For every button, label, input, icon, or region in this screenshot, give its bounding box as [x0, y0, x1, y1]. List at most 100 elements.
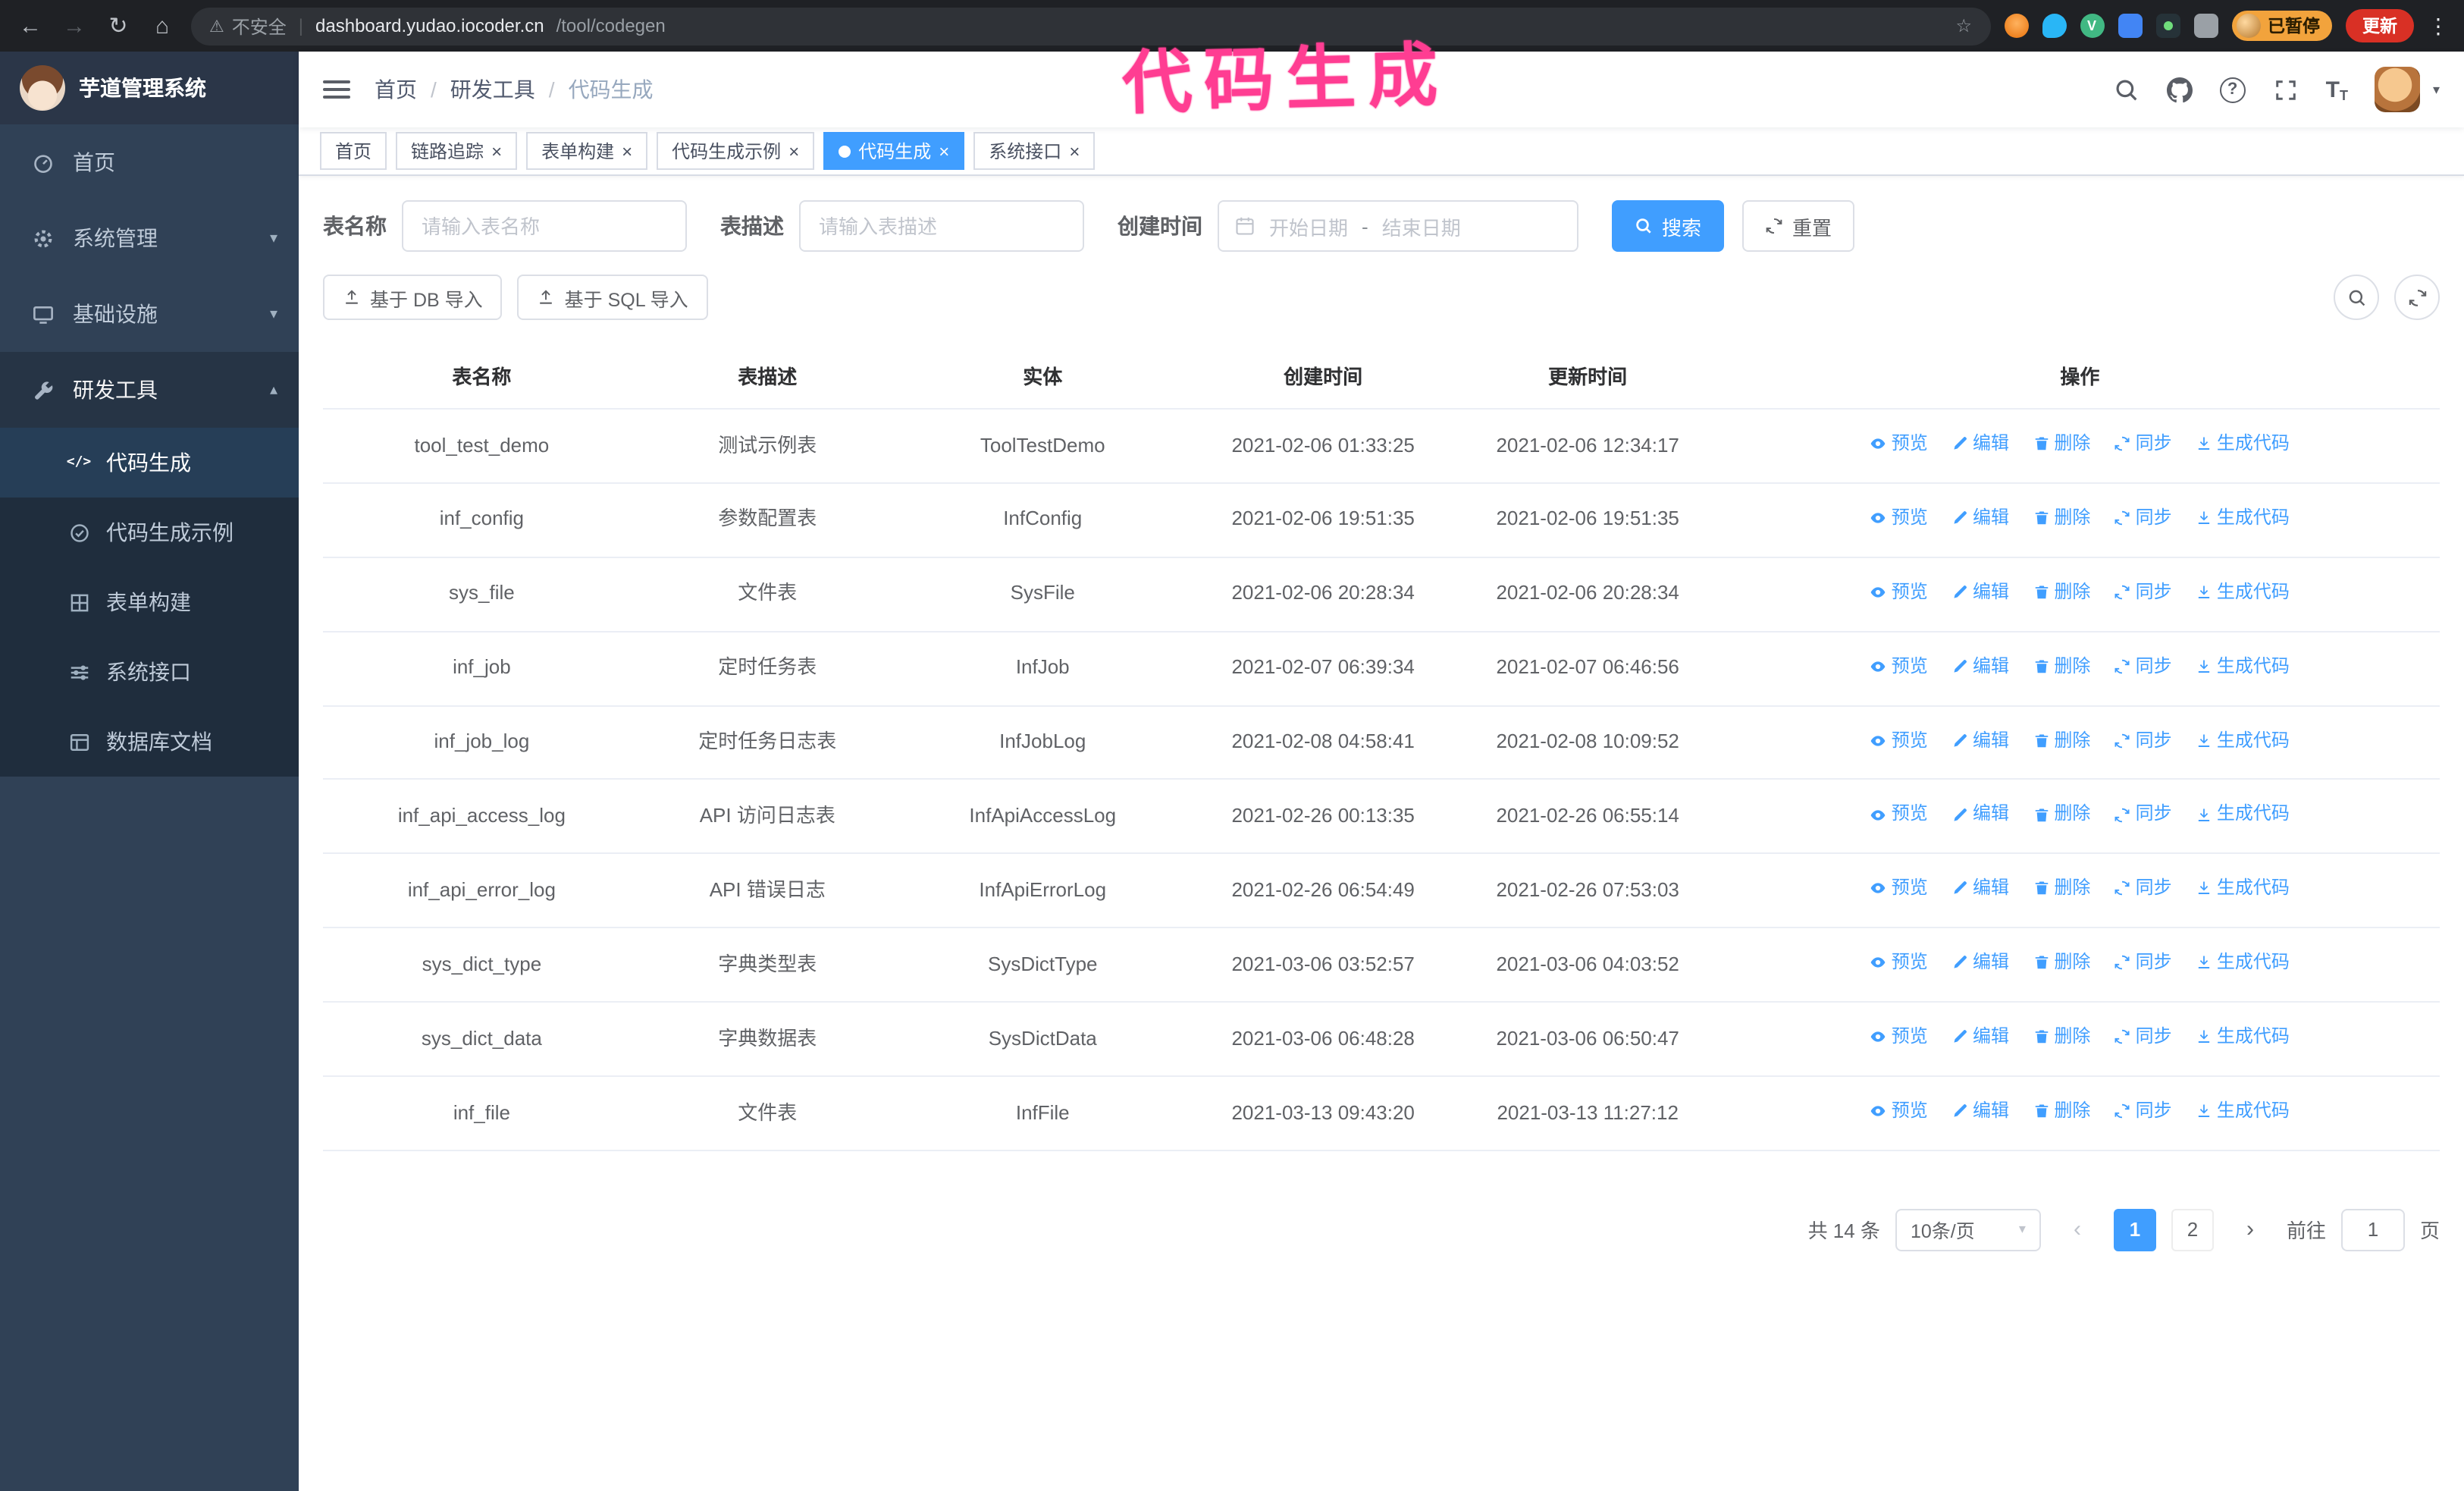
date-range-picker[interactable]: 开始日期 - 结束日期: [1218, 200, 1578, 252]
browser-reload-icon[interactable]: [103, 14, 133, 37]
hamburger-icon[interactable]: [323, 80, 350, 99]
refresh-table-button[interactable]: [2394, 275, 2440, 320]
generate-code-link[interactable]: 生成代码: [2196, 429, 2290, 458]
sync-link[interactable]: 同步: [2114, 578, 2172, 607]
edit-link[interactable]: 编辑: [1951, 800, 2009, 829]
page-size-select[interactable]: 10条/页: [1895, 1208, 2041, 1251]
browser-home-icon[interactable]: [147, 14, 177, 37]
extension-icon-4[interactable]: [2155, 14, 2180, 38]
edit-link[interactable]: 编辑: [1951, 948, 2009, 977]
import-sql-button[interactable]: 基于 SQL 导入: [517, 275, 708, 320]
extensions-puzzle-icon[interactable]: [2193, 14, 2218, 38]
sidebar-item-system[interactable]: 系统管理: [0, 200, 299, 276]
delete-link[interactable]: 删除: [2033, 948, 2090, 977]
delete-link[interactable]: 删除: [2033, 800, 2090, 829]
generate-code-link[interactable]: 生成代码: [2196, 1097, 2290, 1125]
tab-codegen[interactable]: 代码生成: [823, 132, 965, 170]
prev-page-button[interactable]: ‹: [2055, 1208, 2099, 1251]
vue-devtools-icon[interactable]: V: [2080, 14, 2104, 38]
delete-link[interactable]: 删除: [2033, 504, 2090, 532]
close-icon[interactable]: [622, 142, 632, 160]
edit-link[interactable]: 编辑: [1951, 578, 2009, 607]
browser-forward-icon[interactable]: [59, 14, 89, 37]
browser-back-icon[interactable]: [15, 14, 45, 37]
preview-link[interactable]: 预览: [1870, 1097, 1928, 1125]
generate-code-link[interactable]: 生成代码: [2196, 948, 2290, 977]
browser-menu-icon[interactable]: [2428, 13, 2449, 39]
edit-link[interactable]: 编辑: [1951, 1097, 2009, 1125]
sidebar-item-api[interactable]: 系统接口: [0, 637, 299, 707]
sync-link[interactable]: 同步: [2114, 800, 2172, 829]
sync-link[interactable]: 同步: [2114, 1097, 2172, 1125]
github-icon[interactable]: [2166, 77, 2193, 102]
edit-link[interactable]: 编辑: [1951, 1022, 2009, 1051]
toggle-search-button[interactable]: [2334, 275, 2379, 320]
sync-link[interactable]: 同步: [2114, 429, 2172, 458]
sync-link[interactable]: 同步: [2114, 726, 2172, 755]
help-icon[interactable]: [2219, 77, 2246, 102]
edit-link[interactable]: 编辑: [1951, 726, 2009, 755]
edit-link[interactable]: 编辑: [1951, 429, 2009, 458]
close-icon[interactable]: [1069, 142, 1080, 160]
table-desc-input[interactable]: [799, 200, 1084, 252]
sidebar-item-db-doc[interactable]: 数据库文档: [0, 707, 299, 777]
preview-link[interactable]: 预览: [1870, 874, 1928, 903]
sidebar-item-form-builder[interactable]: 表单构建: [0, 567, 299, 637]
extension-icon-3[interactable]: [2118, 14, 2142, 38]
tab-api[interactable]: 系统接口: [973, 132, 1096, 170]
delete-link[interactable]: 删除: [2033, 1097, 2090, 1125]
generate-code-link[interactable]: 生成代码: [2196, 874, 2290, 903]
next-page-button[interactable]: ›: [2228, 1208, 2271, 1251]
generate-code-link[interactable]: 生成代码: [2196, 800, 2290, 829]
breadcrumb-home[interactable]: 首页: [375, 74, 417, 105]
sidebar-item-home[interactable]: 首页: [0, 124, 299, 200]
page-button-1[interactable]: 1: [2113, 1208, 2156, 1251]
sync-link[interactable]: 同步: [2114, 948, 2172, 977]
delete-link[interactable]: 删除: [2033, 429, 2090, 458]
preview-link[interactable]: 预览: [1870, 800, 1928, 829]
address-bar[interactable]: 不安全 | dashboard.yudao.iocoder.cn/tool/co…: [191, 7, 1990, 45]
font-size-icon[interactable]: [2326, 77, 2348, 102]
preview-link[interactable]: 预览: [1870, 504, 1928, 532]
tab-trace[interactable]: 链路追踪: [396, 132, 518, 170]
avatar-caret-icon[interactable]: [2433, 81, 2440, 98]
fullscreen-icon[interactable]: [2273, 77, 2299, 102]
browser-update-button[interactable]: 更新: [2346, 9, 2414, 42]
generate-code-link[interactable]: 生成代码: [2196, 1022, 2290, 1051]
goto-page-input[interactable]: [2340, 1208, 2405, 1251]
user-avatar[interactable]: [2375, 67, 2421, 112]
generate-code-link[interactable]: 生成代码: [2196, 578, 2290, 607]
close-icon[interactable]: [491, 142, 502, 160]
search-button[interactable]: 搜索: [1612, 200, 1725, 252]
delete-link[interactable]: 删除: [2033, 726, 2090, 755]
sync-link[interactable]: 同步: [2114, 504, 2172, 532]
preview-link[interactable]: 预览: [1870, 578, 1928, 607]
generate-code-link[interactable]: 生成代码: [2196, 726, 2290, 755]
bookmark-star-icon[interactable]: [1955, 15, 1972, 36]
sidebar-item-codegen[interactable]: </> 代码生成: [0, 428, 299, 498]
preview-link[interactable]: 预览: [1870, 1022, 1928, 1051]
edit-link[interactable]: 编辑: [1951, 651, 2009, 680]
edit-link[interactable]: 编辑: [1951, 504, 2009, 532]
preview-link[interactable]: 预览: [1870, 651, 1928, 680]
tab-home[interactable]: 首页: [320, 132, 387, 170]
profile-paused-chip[interactable]: 已暂停: [2231, 11, 2332, 41]
generate-code-link[interactable]: 生成代码: [2196, 651, 2290, 680]
page-button-2[interactable]: 2: [2171, 1208, 2214, 1251]
sidebar-item-infra[interactable]: 基础设施: [0, 276, 299, 352]
sidebar-item-codegen-example[interactable]: 代码生成示例: [0, 498, 299, 567]
preview-link[interactable]: 预览: [1870, 726, 1928, 755]
extension-icon-2[interactable]: [2042, 14, 2066, 38]
extension-icon-1[interactable]: [2004, 14, 2028, 38]
preview-link[interactable]: 预览: [1870, 429, 1928, 458]
generate-code-link[interactable]: 生成代码: [2196, 504, 2290, 532]
preview-link[interactable]: 预览: [1870, 948, 1928, 977]
sync-link[interactable]: 同步: [2114, 1022, 2172, 1051]
search-icon[interactable]: [2114, 77, 2140, 102]
delete-link[interactable]: 删除: [2033, 578, 2090, 607]
sync-link[interactable]: 同步: [2114, 874, 2172, 903]
sidebar-item-devtools[interactable]: 研发工具: [0, 352, 299, 428]
sync-link[interactable]: 同步: [2114, 651, 2172, 680]
table-name-input[interactable]: [402, 200, 687, 252]
delete-link[interactable]: 删除: [2033, 651, 2090, 680]
